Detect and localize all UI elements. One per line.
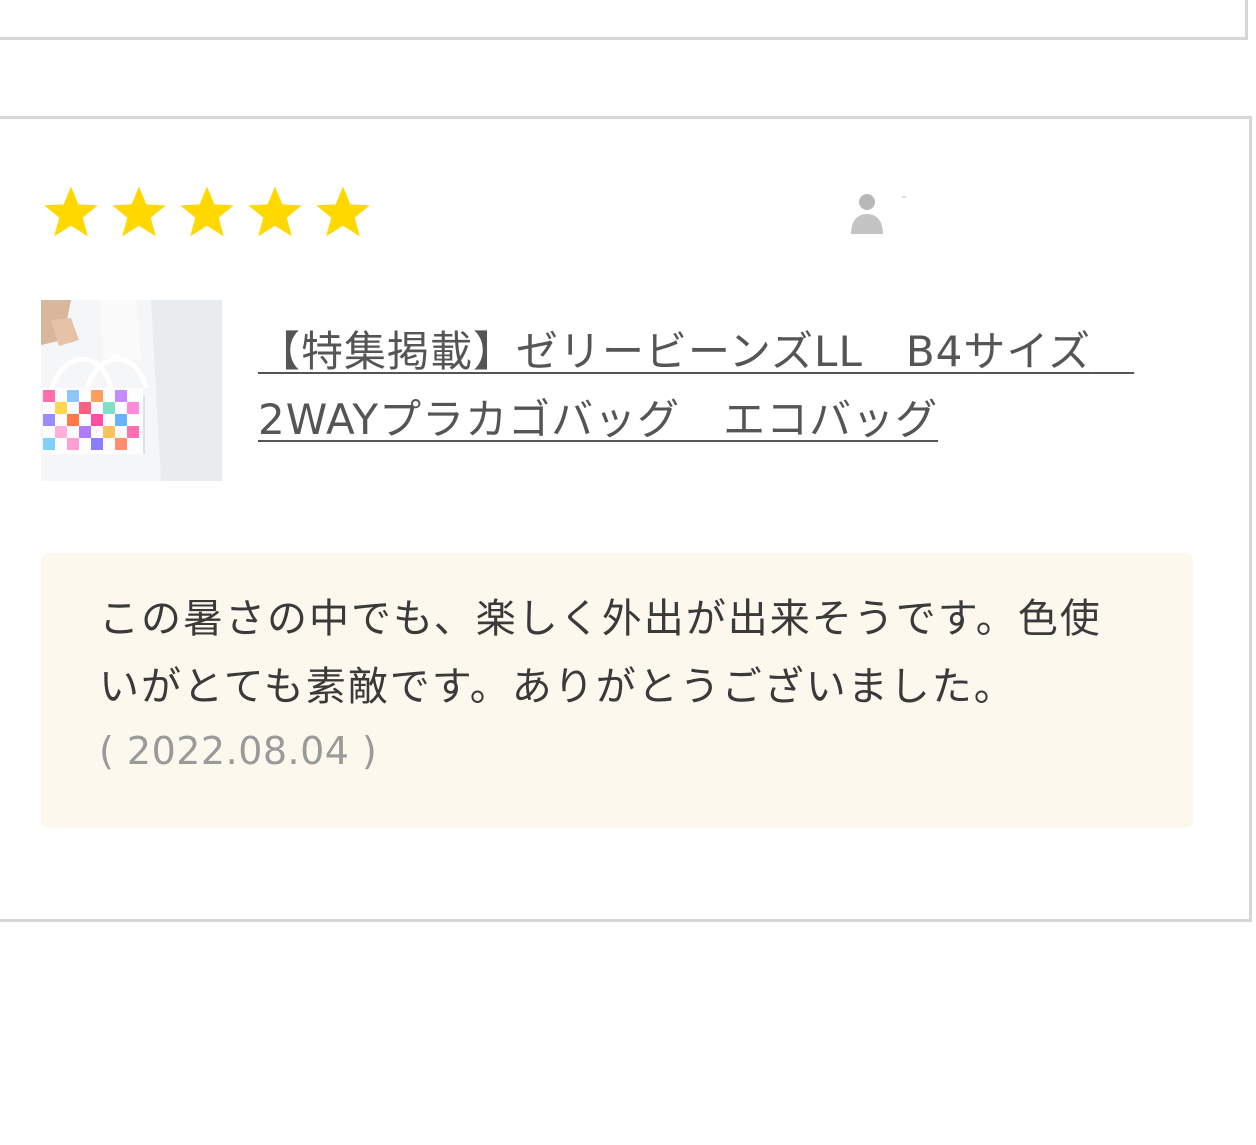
review-date: ( 2022.08.04 ): [99, 729, 378, 773]
page: 【特集掲載】ゼリービーンズLL B4サイズ 2WAYプラカゴバッグ エコバッグ …: [0, 0, 1256, 1145]
star-icon: [176, 184, 238, 240]
review-comment: この暑さの中でも、楽しく外出が出来そうです。色使いがとても素敵です。ありがとうご…: [99, 596, 1102, 710]
review-comment-box: この暑さの中でも、楽しく外出が出来そうです。色使いがとても素敵です。ありがとうご…: [41, 553, 1193, 828]
product-image: [41, 300, 222, 481]
star-rating: [40, 184, 374, 240]
product-thumbnail[interactable]: [41, 300, 222, 481]
star-icon: [108, 184, 170, 240]
star-icon: [312, 184, 374, 240]
reviewer-avatar: [850, 192, 910, 234]
star-icon: [40, 184, 102, 240]
star-icon: [244, 184, 306, 240]
user-icon: [851, 194, 906, 234]
product-link[interactable]: 【特集掲載】ゼリービーンズLL B4サイズ 2WAYプラカゴバッグ エコバッグ: [258, 318, 1158, 454]
previous-review-card: [0, 0, 1248, 40]
